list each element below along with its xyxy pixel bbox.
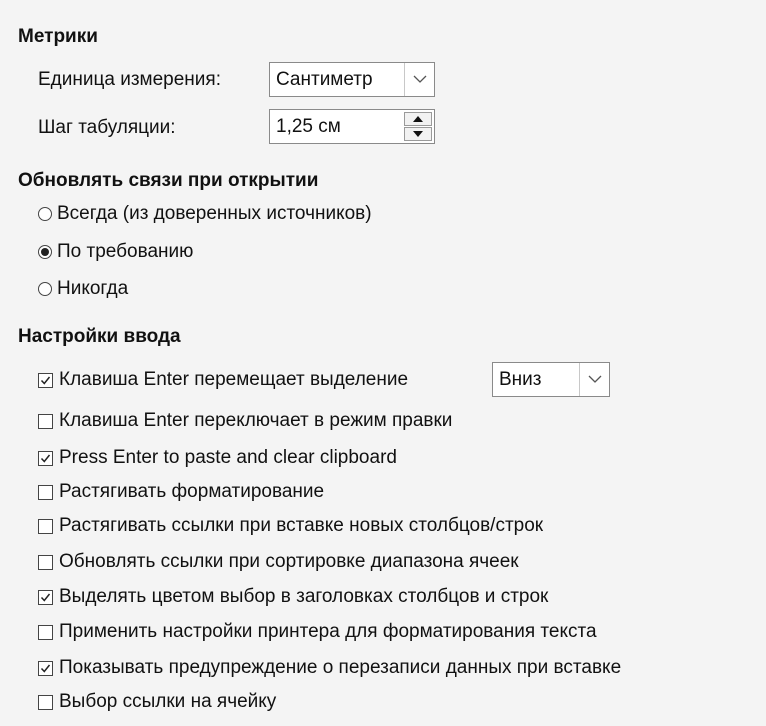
- check-cell-reference-select[interactable]: Выбор ссылки на ячейку: [38, 688, 276, 716]
- checkmark-icon: [40, 454, 51, 463]
- enter-direction-value: Вниз: [499, 369, 542, 390]
- unit-dropdown-button[interactable]: [404, 63, 434, 96]
- checkbox-label: Применить настройки принтера для формати…: [59, 621, 597, 642]
- checkbox[interactable]: [38, 484, 53, 500]
- tab-step-spinbox[interactable]: 1,25 см: [269, 109, 435, 144]
- radio-label: Никогда: [57, 278, 129, 299]
- checkmark-icon: [40, 376, 51, 385]
- check-expand-references[interactable]: Растягивать ссылки при вставке новых сто…: [38, 512, 543, 540]
- radio-on-demand[interactable]: По требованию: [38, 238, 193, 266]
- checkbox[interactable]: [38, 450, 53, 466]
- unit-dropdown-value: Сантиметр: [276, 69, 373, 90]
- check-highlight-headers[interactable]: Выделять цветом выбор в заголовках столб…: [38, 583, 548, 611]
- checkbox-label: Показывать предупреждение о перезаписи д…: [59, 657, 622, 678]
- checkmark-icon: [40, 664, 51, 673]
- check-printer-metrics[interactable]: Применить настройки принтера для формати…: [38, 618, 597, 646]
- checkmark-icon: [40, 593, 51, 602]
- tab-step-label: Шаг табуляции:: [38, 117, 176, 138]
- checkbox[interactable]: [38, 624, 53, 640]
- checkbox[interactable]: [38, 554, 53, 570]
- chevron-down-icon: [588, 375, 601, 383]
- checkbox[interactable]: [38, 694, 53, 710]
- check-enter-paste[interactable]: Press Enter to paste and clear clipboard: [38, 444, 397, 472]
- enter-direction-dropdown[interactable]: Вниз: [492, 362, 610, 397]
- check-overwrite-warning[interactable]: Показывать предупреждение о перезаписи д…: [38, 654, 621, 682]
- check-enter-moves[interactable]: Клавиша Enter перемещает выделение: [38, 366, 408, 394]
- metrics-section-title: Метрики: [18, 26, 98, 47]
- enter-direction-dropdown-button[interactable]: [579, 363, 609, 396]
- checkbox-label: Растягивать ссылки при вставке новых сто…: [59, 515, 544, 536]
- check-enter-edit-mode[interactable]: Клавиша Enter переключает в режим правки: [38, 407, 452, 435]
- checkbox[interactable]: [38, 372, 53, 388]
- checkbox-label: Обновлять ссылки при сортировке диапазон…: [59, 551, 519, 572]
- radio-always[interactable]: Всегда (из доверенных источников): [38, 200, 372, 228]
- links-section-title: Обновлять связи при открытии: [18, 170, 319, 191]
- checkbox-label: Клавиша Enter переключает в режим правки: [59, 410, 453, 431]
- spin-up-button[interactable]: [404, 112, 432, 126]
- triangle-up-icon: [413, 116, 423, 122]
- radio-button[interactable]: [38, 245, 52, 259]
- unit-dropdown[interactable]: Сантиметр: [269, 62, 435, 97]
- triangle-down-icon: [413, 131, 423, 137]
- checkbox[interactable]: [38, 518, 53, 534]
- checkbox-label: Клавиша Enter перемещает выделение: [59, 369, 409, 390]
- tab-step-spinner: [404, 112, 432, 141]
- input-section-title: Настройки ввода: [18, 326, 181, 347]
- radio-button[interactable]: [38, 282, 52, 296]
- check-update-on-sort[interactable]: Обновлять ссылки при сортировке диапазон…: [38, 548, 519, 576]
- radio-button[interactable]: [38, 207, 52, 221]
- checkbox-label: Растягивать форматирование: [59, 481, 325, 502]
- checkbox[interactable]: [38, 413, 53, 429]
- radio-label: По требованию: [57, 241, 194, 262]
- checkbox[interactable]: [38, 589, 53, 605]
- radio-label: Всегда (из доверенных источников): [57, 203, 372, 224]
- checkbox-label: Press Enter to paste and clear clipboard: [59, 447, 397, 468]
- checkbox-label: Выбор ссылки на ячейку: [59, 691, 277, 712]
- chevron-down-icon: [413, 75, 426, 83]
- check-expand-formatting[interactable]: Растягивать форматирование: [38, 478, 324, 506]
- checkbox[interactable]: [38, 660, 53, 676]
- checkbox-label: Выделять цветом выбор в заголовках столб…: [59, 586, 549, 607]
- unit-label: Единица измерения:: [38, 69, 221, 90]
- spin-down-button[interactable]: [404, 127, 432, 141]
- radio-never[interactable]: Никогда: [38, 275, 128, 303]
- tab-step-value[interactable]: 1,25 см: [276, 116, 341, 138]
